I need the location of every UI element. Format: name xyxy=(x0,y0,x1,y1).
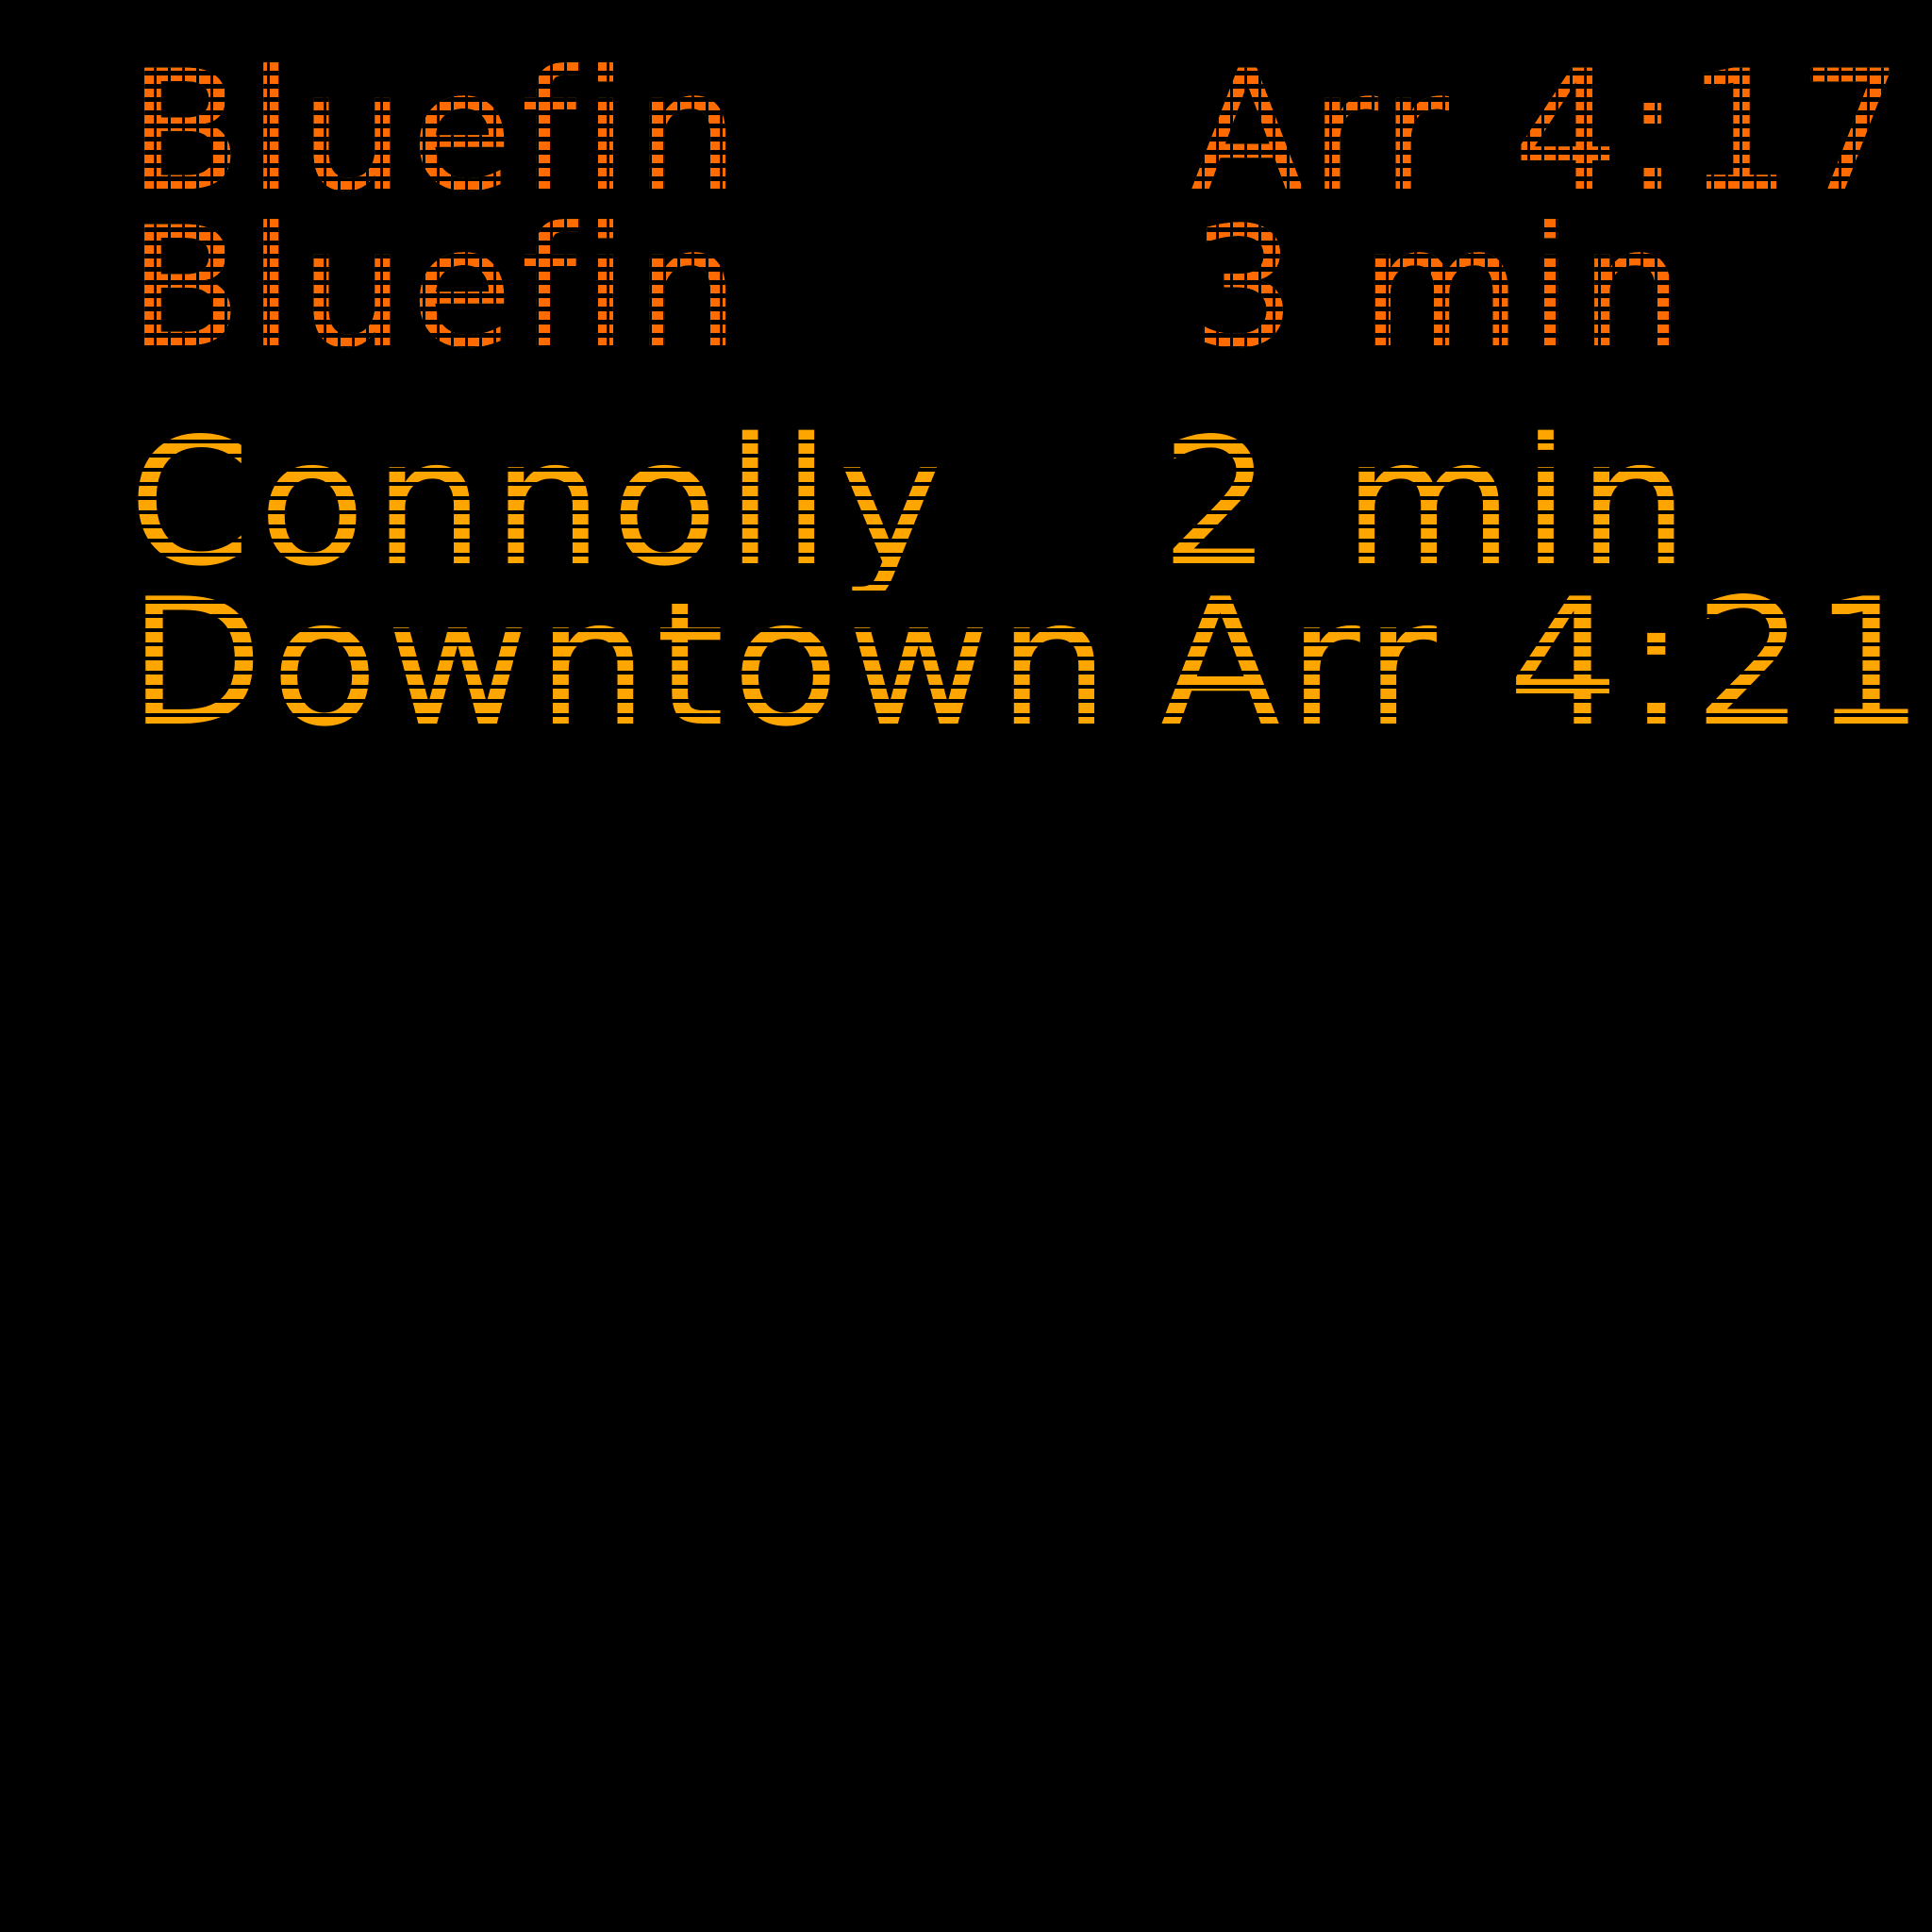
destination-label: Downtown xyxy=(128,560,1117,765)
arrival-time: Arr 4:17 xyxy=(1191,35,1909,228)
arrival-time: Arr 4:21 xyxy=(1160,560,1932,765)
arrival-time: 3 min xyxy=(1191,192,1690,385)
destination-label: Bluefin xyxy=(128,192,745,385)
departure-board: Bluefin Arr 4:17 Bluefin 3 min Connolly … xyxy=(0,0,1932,1932)
destination-label: Bluefin xyxy=(128,35,745,228)
